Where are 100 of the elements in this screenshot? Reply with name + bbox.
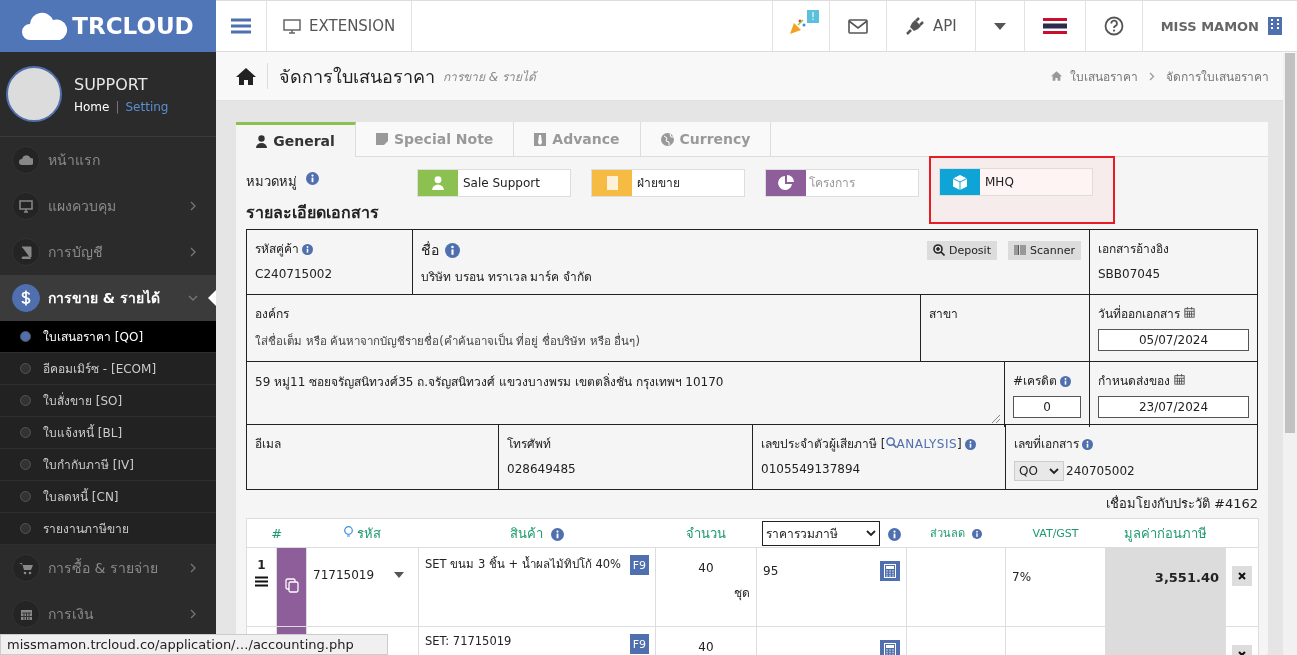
- chevron-down-icon: [188, 293, 198, 303]
- help-icon: [1103, 16, 1124, 36]
- info-icon[interactable]: [1082, 439, 1093, 450]
- field-value[interactable]: 0105549137894: [761, 462, 997, 476]
- breadcrumb-link[interactable]: จัดการใบเสนอราคา: [1166, 66, 1269, 86]
- caret-down-icon[interactable]: [394, 572, 404, 578]
- bullet-icon: [20, 491, 31, 502]
- field-value[interactable]: SBB07045: [1098, 267, 1249, 281]
- cloud-icon: [12, 146, 40, 174]
- bullet-icon: [20, 395, 31, 406]
- field-value[interactable]: C240715002: [255, 267, 404, 281]
- info-icon[interactable]: [1060, 376, 1072, 387]
- info-icon[interactable]: [971, 529, 982, 539]
- scrollbar[interactable]: [1283, 53, 1297, 655]
- field-value[interactable]: บริษัท บรอน ทราเวล มาร์ค จำกัด: [421, 267, 1081, 286]
- search-icon: [885, 437, 897, 448]
- sidebar-item[interactable]: การเงิน: [0, 591, 216, 637]
- lightbulb-icon: [343, 525, 353, 538]
- info-icon[interactable]: [445, 242, 460, 258]
- field-label: เลขประจำตัวผู้เสียภาษี [ ANALYSIS]: [761, 437, 962, 451]
- deposit-button[interactable]: Deposit: [926, 240, 997, 260]
- info-icon[interactable]: [964, 439, 976, 450]
- delete-button[interactable]: [1232, 566, 1252, 586]
- vat-value[interactable]: 7%: [1012, 570, 1032, 584]
- sidebar-item[interactable]: หน้าแรก: [0, 137, 216, 183]
- price-type-select[interactable]: ราคารวมภาษี: [762, 520, 881, 546]
- logo-text[interactable]: TRCLOUD: [72, 13, 194, 39]
- calendar-icon: [12, 600, 40, 628]
- info-icon[interactable]: [302, 244, 313, 255]
- category-field[interactable]: ฝ่ายขาย: [591, 169, 745, 197]
- f9-button[interactable]: F9: [629, 555, 649, 575]
- sidebar-item[interactable]: แผงควบคุม: [0, 183, 216, 229]
- calculator-button[interactable]: [880, 640, 900, 655]
- info-icon[interactable]: [306, 172, 319, 185]
- category-label: หมวดหมู่: [246, 173, 297, 192]
- profile-link[interactable]: Setting: [125, 99, 169, 114]
- info-icon[interactable]: [887, 527, 901, 541]
- bullet-icon: [20, 363, 31, 374]
- scanner-button[interactable]: Scanner: [1008, 240, 1081, 260]
- category-field[interactable]: Sale Support: [417, 169, 571, 197]
- field-label: #เครดิต: [1013, 374, 1058, 388]
- date-field[interactable]: 23/07/2024: [1098, 396, 1249, 418]
- submenu-item[interactable]: รายงานภาษีขาย: [0, 513, 216, 545]
- field-label: อีเมล: [255, 437, 281, 451]
- prefix-select[interactable]: QO: [1014, 461, 1064, 481]
- submenu-item[interactable]: ใบเสนอราคา [QO]: [0, 321, 216, 353]
- submenu-item[interactable]: ใบลดหนี้ [CN]: [0, 481, 216, 513]
- analysis-link[interactable]: ANALYSIS: [885, 437, 958, 451]
- menu-label: การเงิน: [48, 605, 95, 624]
- sidebar-item[interactable]: การซื้อ & รายจ่าย: [0, 545, 216, 591]
- chevron-right-icon: [188, 609, 198, 619]
- category-field[interactable]: MHQ: [939, 168, 1093, 196]
- home-icon[interactable]: [236, 67, 256, 85]
- page-title: จัดการใบเสนอราคา: [279, 64, 435, 89]
- drag-handle-icon[interactable]: [255, 576, 268, 587]
- profile-link[interactable]: Home: [74, 99, 110, 114]
- address-field[interactable]: 59 หมู่11 ซอยจรัญสนิทวงศ์35 ถ.จรัญสนิทวงศ์ แขวงบางพรม เขตตลิ่งชัน กรุงเทพฯ 10170: [247, 362, 1005, 427]
- product-name[interactable]: SET ขนม 3 ชิ้น + น้ำผลไม้ทิปโก้ 40%: [425, 555, 622, 575]
- sidebar-item[interactable]: การขาย & รายได้: [0, 275, 216, 321]
- credit-field[interactable]: 0: [1013, 396, 1081, 418]
- breadcrumb-link[interactable]: ใบเสนอราคา: [1070, 66, 1138, 86]
- copy-button[interactable]: [276, 547, 307, 627]
- field-label: เอกสารอ้างอิง: [1098, 242, 1169, 256]
- building-icon: [1267, 16, 1283, 36]
- barcode-icon: [1014, 245, 1026, 255]
- submenu-item[interactable]: ใบแจ้งหนี้ [BL]: [0, 417, 216, 449]
- calculator-button[interactable]: [880, 561, 900, 581]
- tab[interactable]: General: [236, 122, 356, 157]
- field-label: เลขที่เอกสาร: [1014, 437, 1079, 451]
- price-value[interactable]: 95: [763, 564, 779, 578]
- column-header: มูลค่าก่อนภาษี: [1124, 525, 1207, 541]
- menu-label: การซื้อ & รายจ่าย: [48, 557, 159, 578]
- scrollbar-thumb[interactable]: [1285, 53, 1295, 433]
- menu-label: การขาย & รายได้: [48, 289, 161, 308]
- submenu-item[interactable]: อีคอมเมิร์ซ - [ECOM]: [0, 353, 216, 385]
- submenu-item[interactable]: ใบกำกับภาษี [IV]: [0, 449, 216, 481]
- user-menu-button[interactable]: MISS MAMON: [1141, 1, 1283, 51]
- column-header: VAT/GST: [1032, 526, 1079, 540]
- chevron-down-icon: [1049, 467, 1059, 475]
- quantity-value[interactable]: 40: [662, 561, 750, 575]
- product-code[interactable]: 71715019: [313, 568, 375, 582]
- status-bar: missmamon.trcloud.co/application/…/accounting.php: [0, 634, 388, 655]
- submenu-item[interactable]: ใบสั่งขาย [SO]: [0, 385, 216, 417]
- field-value[interactable]: 240705002: [1066, 464, 1135, 478]
- chevron-right-icon: [188, 201, 198, 211]
- product-name[interactable]: SET: 71715019: [425, 634, 512, 654]
- bullet-icon: [20, 523, 31, 534]
- field-value[interactable]: 028649485: [507, 462, 744, 476]
- sidebar-item[interactable]: การบัญชี: [0, 229, 216, 275]
- history-link[interactable]: เชื่อมโยงกับประวัติ #4162: [1105, 496, 1258, 511]
- f9-button[interactable]: F9: [629, 634, 649, 654]
- organization-field[interactable]: ใส่ชื่อเต็ม หรือ ค้นหาจากบัญชีรายชื่อ(คำค้นอาจเป็น ที่อยู่ ชื่อบริษัท หรือ อื่นๆ): [255, 332, 912, 350]
- date-field[interactable]: 05/07/2024: [1098, 329, 1249, 351]
- user-icon: [256, 134, 268, 148]
- menu-label: แผงควบคุม: [48, 197, 117, 217]
- note-icon: [376, 133, 388, 145]
- page-subtitle: การขาย & รายได้: [443, 68, 536, 86]
- party-popper-icon: [788, 17, 807, 35]
- info-icon[interactable]: [550, 527, 564, 541]
- calculator-icon: [884, 564, 896, 578]
